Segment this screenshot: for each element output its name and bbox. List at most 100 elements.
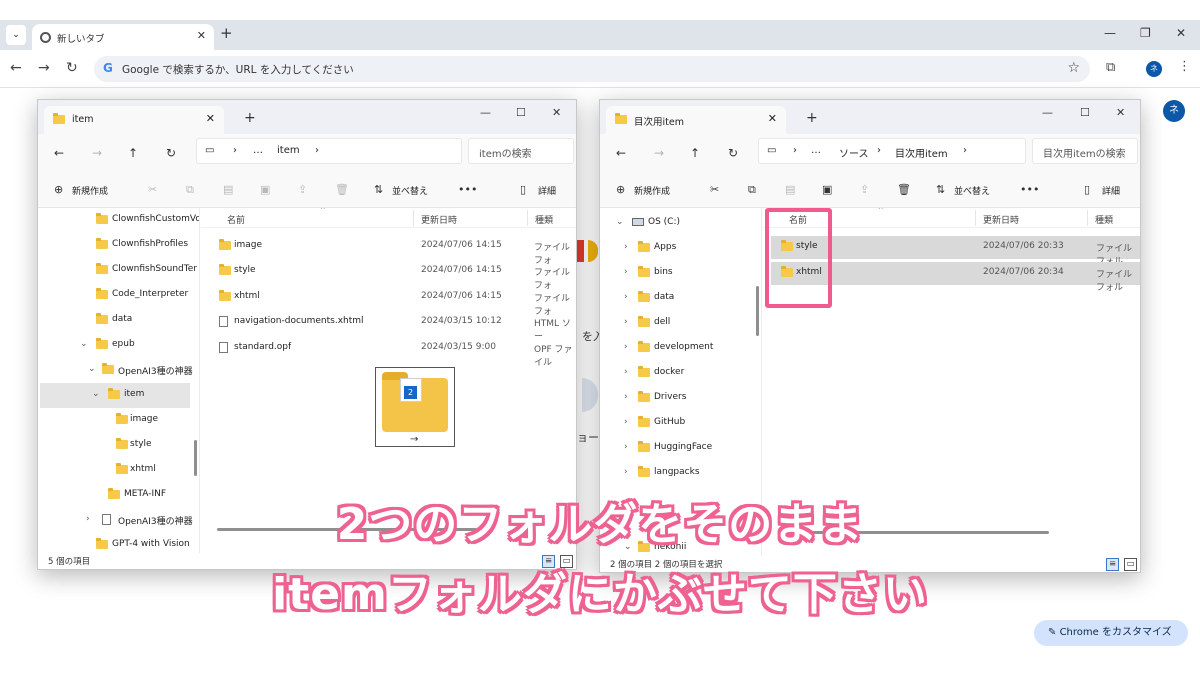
details-button-label[interactable]: 詳細 bbox=[1102, 184, 1120, 197]
back-arrow-icon[interactable]: ← bbox=[616, 146, 626, 160]
new-tab-plus-icon[interactable]: + bbox=[244, 110, 256, 126]
file-row[interactable]: navigation-documents.xhtml 2024/03/15 10:… bbox=[209, 311, 576, 342]
tab-search-button[interactable]: ⌄ bbox=[6, 25, 26, 45]
maximize-icon[interactable]: ☐ bbox=[1080, 106, 1090, 119]
customize-chrome-button[interactable]: ✎ Chrome をカスタマイズ bbox=[1034, 620, 1188, 646]
cut-icon[interactable]: ✂ bbox=[710, 183, 719, 196]
new-button-label[interactable]: 新規作成 bbox=[72, 184, 108, 197]
column-date[interactable]: 更新日時 bbox=[983, 213, 1019, 226]
back-arrow-icon[interactable]: ← bbox=[54, 146, 64, 160]
profile-avatar[interactable]: ネ bbox=[1146, 61, 1162, 77]
tree-item[interactable]: Code_Interpreter bbox=[38, 283, 199, 308]
chevron-right-icon[interactable]: › bbox=[624, 417, 628, 427]
tree-item[interactable]: › docker bbox=[600, 361, 761, 386]
tree-item[interactable]: › data bbox=[600, 286, 761, 311]
tree-item[interactable]: ⌄ OpenAI3種の神器 bbox=[38, 358, 199, 383]
close-icon[interactable]: ✕ bbox=[768, 112, 777, 125]
tree-item[interactable]: › langpacks bbox=[600, 461, 761, 486]
omnibox[interactable]: G Google で検索するか、URL を入力してください ☆ bbox=[94, 56, 1090, 82]
sort-icon[interactable]: ⇅ bbox=[374, 183, 383, 196]
breadcrumb-item[interactable]: item bbox=[277, 145, 300, 156]
refresh-icon[interactable]: ↻ bbox=[728, 146, 738, 160]
tree-item[interactable]: style bbox=[38, 433, 199, 458]
chevron-right-icon[interactable]: › bbox=[624, 317, 628, 327]
back-arrow-icon[interactable]: ← bbox=[10, 60, 22, 76]
new-plus-icon[interactable]: ⊕ bbox=[54, 183, 63, 196]
more-options-icon[interactable]: ••• bbox=[458, 183, 477, 196]
delete-icon[interactable]: 🗑 bbox=[897, 183, 911, 196]
forward-arrow-icon[interactable]: → bbox=[654, 146, 664, 160]
tree-item[interactable]: image bbox=[38, 408, 199, 433]
file-row[interactable]: xhtml 2024/07/06 14:15 ファイル フォ bbox=[209, 286, 576, 317]
copy-icon[interactable]: ⧉ bbox=[748, 183, 756, 197]
explorer-tab-item[interactable]: item ✕ bbox=[44, 106, 224, 134]
column-divider[interactable] bbox=[1087, 210, 1088, 226]
sort-button-label[interactable]: 並べ替え bbox=[954, 184, 990, 197]
tree-item[interactable]: ⌄ OS (C:) bbox=[600, 211, 761, 236]
chevron-down-icon[interactable]: ⌄ bbox=[88, 364, 96, 374]
explorer-tab-mokuji-item[interactable]: 目次用item ✕ bbox=[606, 106, 786, 134]
details-button-label[interactable]: 詳細 bbox=[538, 184, 556, 197]
sort-icon[interactable]: ⇅ bbox=[936, 183, 945, 196]
rename-icon[interactable]: ▣ bbox=[822, 183, 832, 196]
column-name[interactable]: 名前 bbox=[227, 213, 245, 226]
tree-item[interactable]: › Apps bbox=[600, 236, 761, 261]
new-button-label[interactable]: 新規作成 bbox=[634, 184, 670, 197]
address-bar[interactable]: ▭ › … item › bbox=[196, 138, 462, 164]
extensions-puzzle-icon[interactable]: ⧉ bbox=[1106, 60, 1115, 75]
tree-item-selected[interactable]: ⌄ item bbox=[40, 383, 190, 408]
tree-item[interactable]: › Drivers bbox=[600, 386, 761, 411]
paste-icon[interactable]: ▤ bbox=[785, 183, 795, 196]
refresh-icon[interactable]: ↻ bbox=[166, 146, 176, 160]
chevron-down-icon[interactable]: ⌄ bbox=[92, 389, 100, 399]
close-icon[interactable]: ✕ bbox=[197, 29, 206, 42]
tree-item[interactable]: ClownfishProfiles bbox=[38, 233, 199, 258]
search-input[interactable]: itemの検索 bbox=[468, 138, 574, 164]
breadcrumb-overflow[interactable]: … bbox=[253, 145, 263, 156]
share-icon[interactable]: ⇪ bbox=[298, 183, 307, 196]
chevron-right-icon[interactable]: › bbox=[624, 342, 628, 352]
tree-item[interactable]: › bins bbox=[600, 261, 761, 286]
overflow-dots[interactable]: … bbox=[811, 145, 821, 156]
up-arrow-icon[interactable]: ↑ bbox=[128, 146, 138, 160]
minimize-icon[interactable]: — bbox=[1104, 26, 1116, 40]
chevron-down-icon[interactable]: ⌄ bbox=[80, 339, 88, 349]
bookmark-star-icon[interactable]: ☆ bbox=[1067, 60, 1080, 76]
tree-item[interactable]: ⌄ epub bbox=[38, 333, 199, 358]
chevron-right-icon[interactable]: › bbox=[624, 267, 628, 277]
close-window-icon[interactable]: ✕ bbox=[1116, 106, 1125, 119]
tree-item[interactable]: › GitHub bbox=[600, 411, 761, 436]
tree-item[interactable]: ClownfishCustomVo bbox=[38, 208, 199, 233]
close-icon[interactable]: ✕ bbox=[206, 112, 215, 125]
details-pane-icon[interactable]: ▯ bbox=[520, 183, 526, 196]
column-type[interactable]: 種類 bbox=[535, 213, 553, 226]
chevron-right-icon[interactable]: › bbox=[624, 242, 628, 252]
minimize-icon[interactable]: — bbox=[480, 106, 491, 119]
newtab-profile-avatar[interactable]: ネ bbox=[1163, 100, 1185, 122]
new-tab-plus-icon[interactable]: + bbox=[806, 110, 818, 126]
more-options-icon[interactable]: ••• bbox=[1020, 183, 1039, 196]
nav-scrollbar[interactable] bbox=[756, 286, 759, 336]
tree-item[interactable]: › development bbox=[600, 336, 761, 361]
chrome-tab-new-tab[interactable]: 新しいタブ ✕ bbox=[32, 24, 214, 50]
tree-item[interactable]: xhtml bbox=[38, 458, 199, 483]
nav-scrollbar[interactable] bbox=[194, 440, 197, 476]
tree-item[interactable]: data bbox=[38, 308, 199, 333]
chrome-menu-icon[interactable]: ⋮ bbox=[1178, 59, 1191, 74]
column-date[interactable]: 更新日時 bbox=[421, 213, 457, 226]
chevron-right-icon[interactable]: › bbox=[624, 467, 628, 477]
tree-item[interactable]: › HuggingFace bbox=[600, 436, 761, 461]
breadcrumb-item[interactable]: 目次用item bbox=[895, 145, 948, 160]
forward-arrow-icon[interactable]: → bbox=[38, 60, 50, 76]
tree-item[interactable]: ClownfishSoundTer bbox=[38, 258, 199, 283]
file-row[interactable]: image 2024/07/06 14:15 ファイル フォ bbox=[209, 235, 576, 266]
close-window-icon[interactable]: ✕ bbox=[1176, 26, 1186, 40]
share-icon[interactable]: ⇪ bbox=[860, 183, 869, 196]
paste-icon[interactable]: ▤ bbox=[223, 183, 233, 196]
column-type[interactable]: 種類 bbox=[1095, 213, 1113, 226]
new-tab-plus-icon[interactable]: + bbox=[220, 24, 233, 42]
new-plus-icon[interactable]: ⊕ bbox=[616, 183, 625, 196]
tree-item[interactable]: › dell bbox=[600, 311, 761, 336]
reload-icon[interactable]: ↻ bbox=[66, 60, 78, 76]
search-input[interactable]: 目次用itemの検索 bbox=[1032, 138, 1138, 164]
